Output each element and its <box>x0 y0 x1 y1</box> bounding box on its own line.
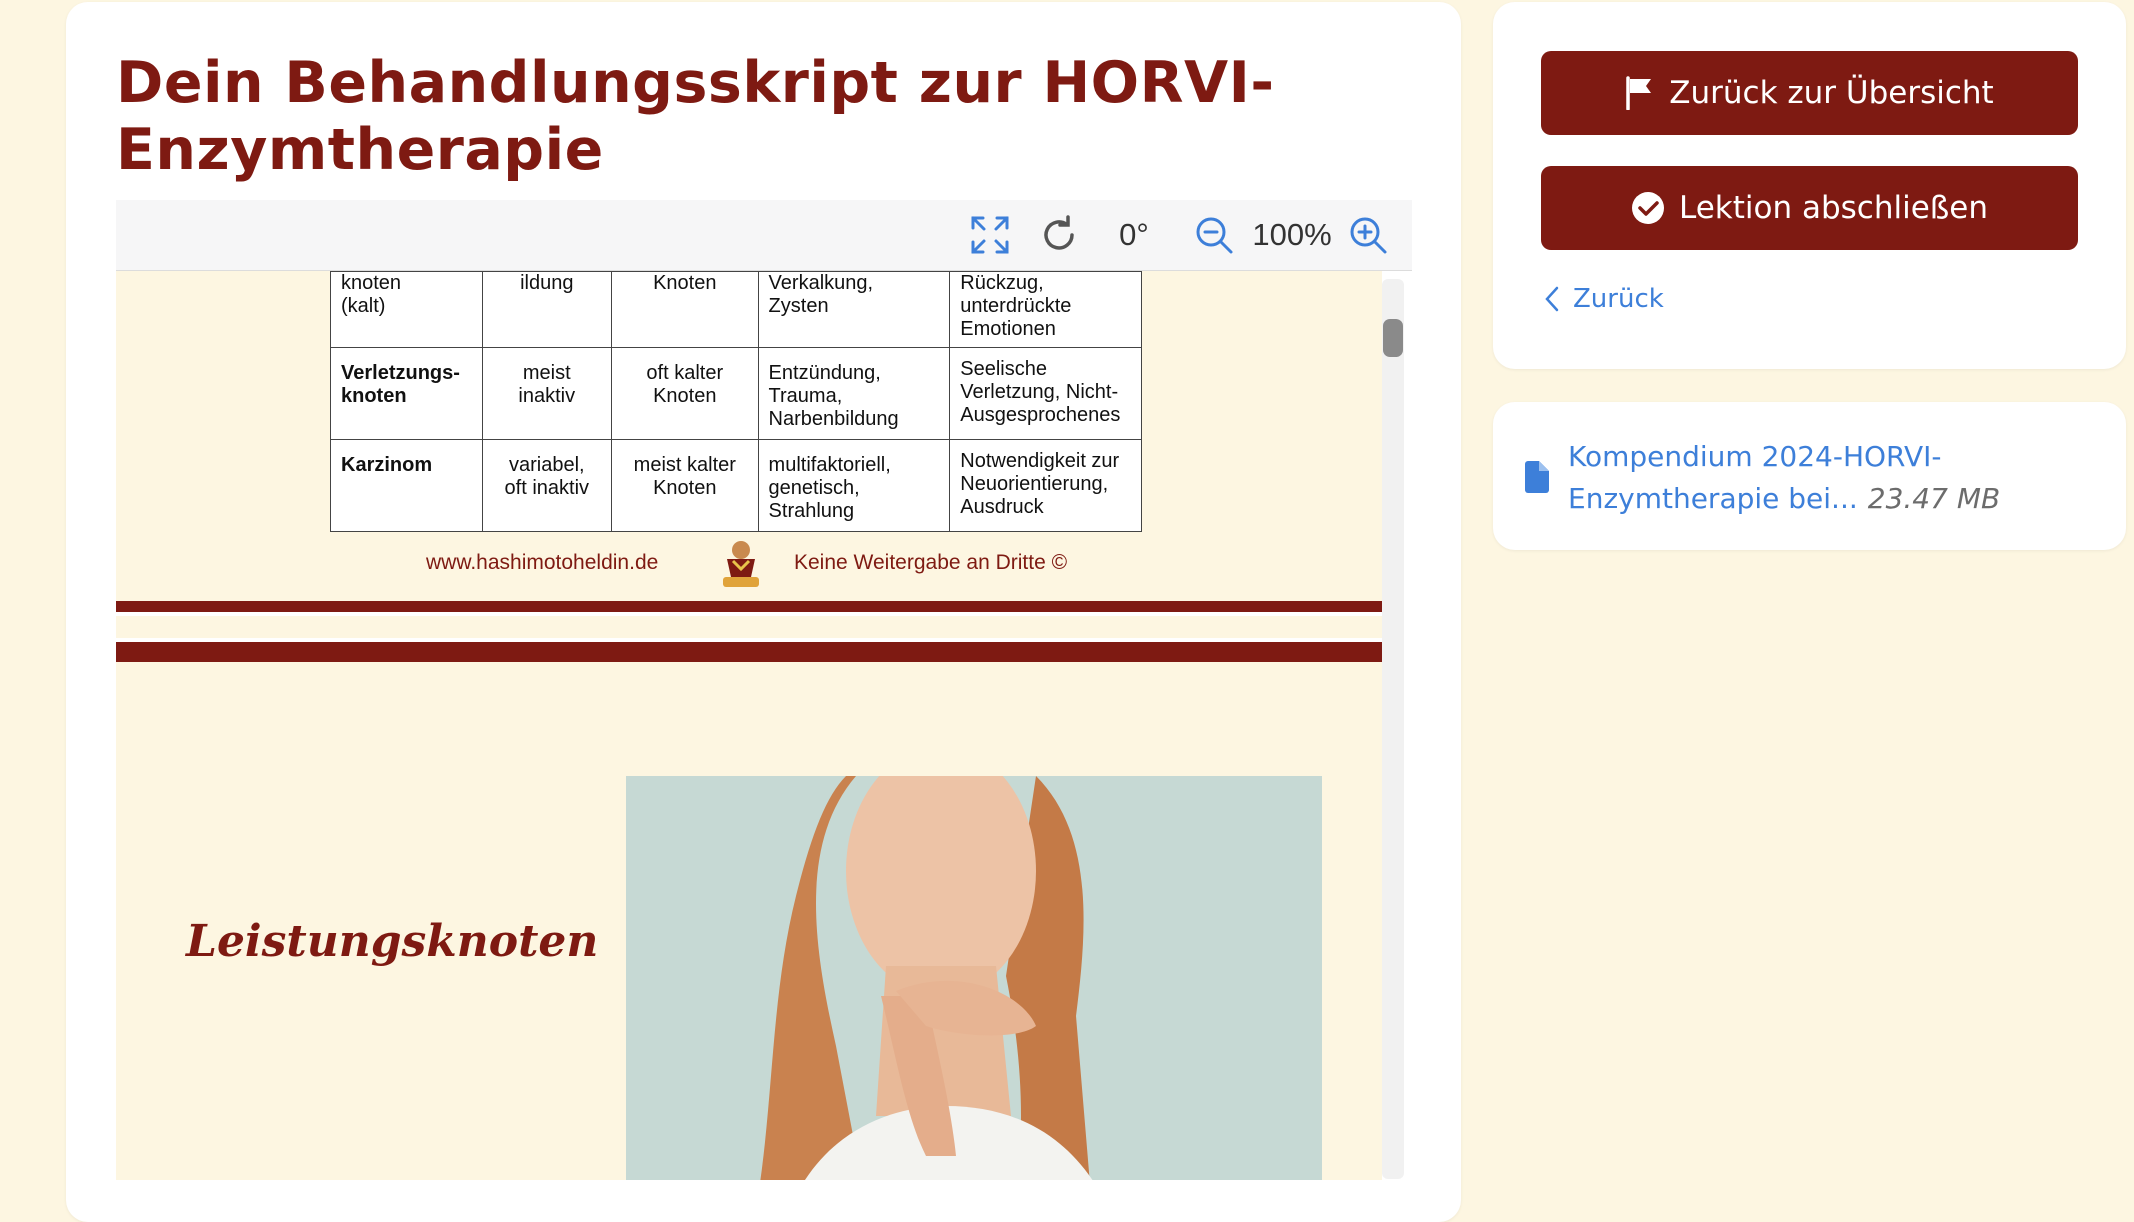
document-icon <box>1525 461 1549 493</box>
zoom-in-icon <box>1350 217 1387 254</box>
back-link[interactable]: Zurück <box>1543 284 1664 314</box>
table-cell: meist inaktiv <box>481 347 613 440</box>
table-cell: Seelische Verletzung, Nicht- Ausgesproch… <box>949 347 1142 440</box>
table-row: Karzinom variabel, oft inaktiv meist kal… <box>330 439 1142 532</box>
footer-notice: Keine Weitergabe an Dritte © <box>794 551 1068 574</box>
table-cell: meist kalter Knoten <box>611 439 759 532</box>
pdf-pages[interactable]: knoten (kalt) ildung Knoten Verkalkung, … <box>116 271 1412 1180</box>
table-cell: multifaktoriell, genetisch, Strahlung <box>757 439 951 532</box>
table-cell: oft kalter Knoten <box>611 347 759 440</box>
page-gap <box>116 616 1382 638</box>
scrollbar-thumb[interactable] <box>1383 319 1403 357</box>
zoom-level: 100% <box>1252 217 1332 252</box>
attachment-size: 23.47 MB <box>1867 482 2001 515</box>
woman-throat-photo <box>626 776 1322 1180</box>
rotate-icon <box>1044 215 1074 250</box>
pdf-viewer[interactable]: 0° 100% knoten (kalt) ildung Knoten Verk… <box>116 200 1412 1180</box>
page-rule <box>116 642 1382 662</box>
viewer-scrollbar[interactable] <box>1382 279 1404 1179</box>
back-link-label: Zurück <box>1573 284 1664 314</box>
slide-heading: Leistungsknoten <box>186 916 599 967</box>
table-cell: Knoten <box>611 271 759 348</box>
table-cell: Rückzug, unterdrückte Emotionen <box>949 271 1142 348</box>
complete-lesson-label: Lektion abschließen <box>1678 190 1989 226</box>
back-to-overview-label: Zurück zur Übersicht <box>1669 75 1994 111</box>
complete-lesson-button[interactable]: Lektion abschließen <box>1541 166 2078 250</box>
table-cell: knoten (kalt) <box>330 271 483 348</box>
attachment-link[interactable]: Kompendium 2024-HORVI-Enzymtherapie bei.… <box>1568 436 2088 520</box>
rotation-value: 0° <box>1119 217 1149 252</box>
attachment-card: Kompendium 2024-HORVI-Enzymtherapie bei.… <box>1493 402 2126 550</box>
fullscreen-button[interactable] <box>968 214 1012 256</box>
pdf-page: knoten (kalt) ildung Knoten Verkalkung, … <box>116 271 1382 606</box>
back-to-overview-button[interactable]: Zurück zur Übersicht <box>1541 51 2078 135</box>
zoom-out-button[interactable] <box>1192 214 1236 256</box>
expand-icon <box>971 216 1009 254</box>
page-footer: www.hashimotoheldin.de Keine Weitergabe … <box>116 533 1382 593</box>
heroine-logo-icon <box>723 541 759 587</box>
check-circle-icon <box>1631 191 1665 225</box>
nodule-table: knoten (kalt) ildung Knoten Verkalkung, … <box>330 271 1142 532</box>
table-cell: variabel, oft inaktiv <box>481 439 613 532</box>
table-row: knoten (kalt) ildung Knoten Verkalkung, … <box>330 271 1142 348</box>
zoom-out-icon <box>1196 217 1233 254</box>
table-cell: ildung <box>481 271 613 348</box>
footer-website: www.hashimotoheldin.de <box>426 551 659 574</box>
page-rule <box>116 601 1382 612</box>
pdf-page: Leistungsknoten <box>116 642 1382 1180</box>
table-row: Verletzungs- knoten meist inaktiv oft ka… <box>330 347 1142 440</box>
table-cell: Entzündung, Trauma, Narbenbildung <box>757 347 951 440</box>
table-cell: Karzinom <box>330 439 483 532</box>
table-cell: Notwendigkeit zur Neuorientierung, Ausdr… <box>949 439 1142 532</box>
navigation-card: Zurück zur Übersicht Lektion abschließen… <box>1493 2 2126 369</box>
lesson-title: Dein Behandlungsskript zur HORVI-Enzymth… <box>116 50 1275 183</box>
flag-icon <box>1625 76 1655 110</box>
pdf-toolbar: 0° 100% <box>116 200 1412 271</box>
table-cell: Verletzungs- knoten <box>330 347 483 440</box>
table-cell: Verkalkung, Zysten <box>757 271 951 348</box>
zoom-in-button[interactable] <box>1346 214 1390 256</box>
rotate-button[interactable] <box>1036 214 1082 256</box>
chevron-left-icon <box>1545 286 1559 312</box>
